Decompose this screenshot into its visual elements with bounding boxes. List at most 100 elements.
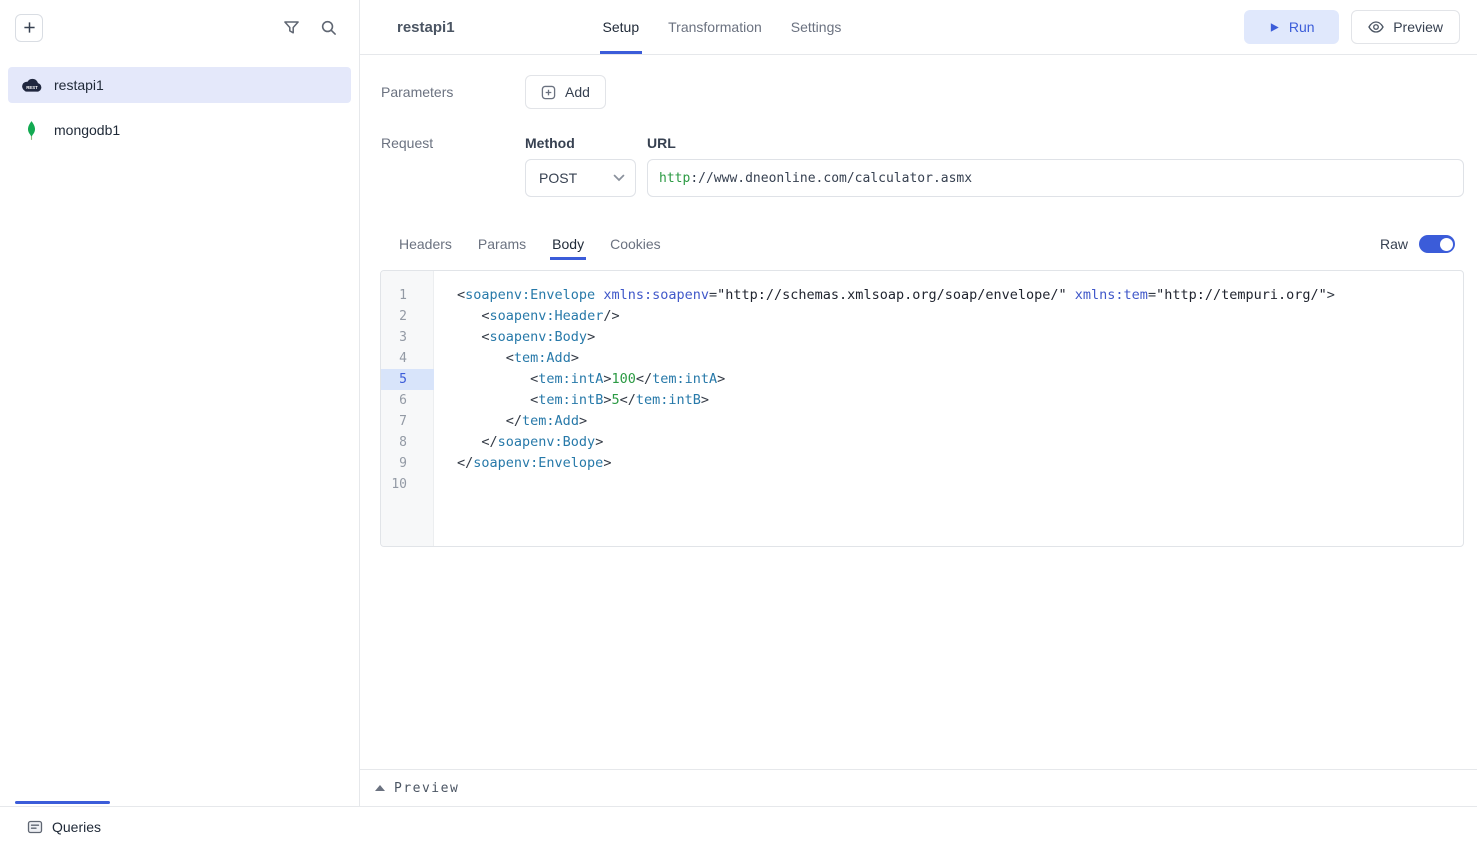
code-line[interactable]: 2 <soapenv:Header/> bbox=[381, 306, 1463, 327]
entity-label: mongodb1 bbox=[54, 122, 120, 138]
code-line-content bbox=[434, 474, 457, 495]
tab-headers[interactable]: Headers bbox=[397, 228, 454, 260]
run-button-label: Run bbox=[1289, 19, 1315, 35]
filter-icon[interactable] bbox=[283, 19, 300, 36]
tab-setup[interactable]: Setup bbox=[600, 0, 643, 54]
method-group: Method POST bbox=[525, 135, 636, 197]
queries-tab[interactable]: Queries bbox=[27, 819, 101, 835]
tab-label: Headers bbox=[399, 236, 452, 252]
rest-api-icon: REST bbox=[20, 77, 43, 93]
main-wrap: REST restapi1 mongodb1 bbox=[0, 0, 1477, 806]
code-line-content: <tem:Add> bbox=[434, 348, 579, 369]
preview-button-label: Preview bbox=[1393, 19, 1443, 35]
code-line[interactable]: 5 <tem:intA>100</tem:intA> bbox=[381, 369, 1463, 390]
line-number: 6 bbox=[381, 390, 434, 411]
url-group: URL http://www.dneonline.com/calculator.… bbox=[647, 135, 1464, 197]
line-number: 9 bbox=[381, 453, 434, 474]
tab-settings[interactable]: Settings bbox=[788, 0, 845, 54]
sidebar-item-mongodb1[interactable]: mongodb1 bbox=[8, 112, 351, 148]
code-line[interactable]: 3 <soapenv:Body> bbox=[381, 327, 1463, 348]
request-row: Request Method POST URL http://www.dneon… bbox=[380, 135, 1464, 197]
code-line-content: <tem:intB>5</tem:intB> bbox=[434, 390, 709, 411]
eye-icon bbox=[1368, 19, 1384, 35]
add-entity-button[interactable] bbox=[15, 14, 43, 42]
plus-square-icon bbox=[541, 85, 556, 100]
body-code-editor[interactable]: 1<soapenv:Envelope xmlns:soapenv="http:/… bbox=[380, 270, 1464, 547]
code-line[interactable]: 4 <tem:Add> bbox=[381, 348, 1463, 369]
header-tabs: Setup Transformation Settings bbox=[600, 0, 845, 54]
mongodb-icon bbox=[20, 120, 43, 141]
toggle-knob bbox=[1440, 238, 1453, 251]
raw-toggle-wrap: Raw bbox=[1380, 235, 1464, 253]
code-line[interactable]: 1<soapenv:Envelope xmlns:soapenv="http:/… bbox=[381, 285, 1463, 306]
main-header: restapi1 Setup Transformation Settings R… bbox=[360, 0, 1477, 55]
tab-label: Body bbox=[552, 236, 584, 252]
entity-list: REST restapi1 mongodb1 bbox=[0, 55, 359, 806]
add-parameter-button[interactable]: Add bbox=[525, 75, 606, 109]
url-label: URL bbox=[647, 135, 1464, 151]
caret-up-icon bbox=[375, 785, 385, 791]
url-rest: ://www.dneonline.com/calculator.asmx bbox=[690, 171, 972, 186]
tab-body[interactable]: Body bbox=[550, 228, 586, 260]
code-line[interactable]: 9</soapenv:Envelope> bbox=[381, 453, 1463, 474]
plus-icon bbox=[23, 21, 36, 34]
line-number: 3 bbox=[381, 327, 434, 348]
setup-content: Parameters Add Request Method POST bbox=[360, 55, 1477, 769]
code-line-content: </soapenv:Envelope> bbox=[434, 453, 611, 474]
bottom-bar: Queries bbox=[0, 806, 1477, 847]
page-title: restapi1 bbox=[397, 19, 455, 36]
code-line-content: </tem:Add> bbox=[434, 411, 587, 432]
code-line[interactable]: 7 </tem:Add> bbox=[381, 411, 1463, 432]
main-panel: restapi1 Setup Transformation Settings R… bbox=[360, 0, 1477, 806]
method-value: POST bbox=[539, 170, 577, 186]
svg-text:REST: REST bbox=[26, 85, 38, 90]
code-line[interactable]: 6 <tem:intB>5</tem:intB> bbox=[381, 390, 1463, 411]
url-input[interactable]: http://www.dneonline.com/calculator.asmx bbox=[647, 159, 1464, 197]
request-config-tabs: Headers Params Body Cookies Raw bbox=[380, 228, 1464, 260]
tab-params[interactable]: Params bbox=[476, 228, 528, 260]
url-scheme: http bbox=[659, 171, 690, 186]
tab-cookies[interactable]: Cookies bbox=[608, 228, 663, 260]
tab-label: Transformation bbox=[668, 19, 762, 35]
raw-toggle[interactable] bbox=[1419, 235, 1455, 253]
sidebar-header-icons bbox=[283, 19, 337, 36]
sidebar-item-restapi1[interactable]: REST restapi1 bbox=[8, 67, 351, 103]
line-number: 4 bbox=[381, 348, 434, 369]
parameters-label: Parameters bbox=[380, 84, 525, 100]
line-number: 7 bbox=[381, 411, 434, 432]
line-number: 8 bbox=[381, 432, 434, 453]
preview-button[interactable]: Preview bbox=[1351, 10, 1460, 44]
parameters-row: Parameters Add bbox=[380, 75, 1464, 109]
line-number: 1 bbox=[381, 285, 434, 306]
sidebar-header bbox=[0, 0, 359, 55]
queries-icon bbox=[27, 819, 43, 835]
code-line-content: <soapenv:Envelope xmlns:soapenv="http://… bbox=[434, 285, 1335, 306]
tab-label: Settings bbox=[791, 19, 842, 35]
code-line[interactable]: 8 </soapenv:Body> bbox=[381, 432, 1463, 453]
code-line-content: </soapenv:Body> bbox=[434, 432, 603, 453]
tab-label: Cookies bbox=[610, 236, 661, 252]
search-icon[interactable] bbox=[320, 19, 337, 36]
sidebar: REST restapi1 mongodb1 bbox=[0, 0, 360, 806]
code-lines: 1<soapenv:Envelope xmlns:soapenv="http:/… bbox=[381, 271, 1463, 495]
chevron-down-icon bbox=[613, 174, 625, 182]
method-label: Method bbox=[525, 135, 636, 151]
code-line[interactable]: 10 bbox=[381, 474, 1463, 495]
queries-label: Queries bbox=[52, 819, 101, 835]
tab-label: Setup bbox=[603, 19, 640, 35]
line-number: 2 bbox=[381, 306, 434, 327]
tab-label: Params bbox=[478, 236, 526, 252]
method-select[interactable]: POST bbox=[525, 159, 636, 197]
response-preview-label: Preview bbox=[394, 781, 459, 796]
raw-label: Raw bbox=[1380, 236, 1408, 252]
entity-label: restapi1 bbox=[54, 77, 104, 93]
queries-active-indicator bbox=[15, 801, 110, 804]
app-root: REST restapi1 mongodb1 bbox=[0, 0, 1477, 847]
run-button[interactable]: Run bbox=[1244, 10, 1339, 44]
tab-transformation[interactable]: Transformation bbox=[665, 0, 765, 54]
code-line-content: <soapenv:Header/> bbox=[434, 306, 620, 327]
code-line-content: <soapenv:Body> bbox=[434, 327, 595, 348]
line-number: 5 bbox=[381, 369, 434, 390]
line-number: 10 bbox=[381, 474, 434, 495]
response-preview-bar[interactable]: Preview bbox=[360, 769, 1477, 806]
